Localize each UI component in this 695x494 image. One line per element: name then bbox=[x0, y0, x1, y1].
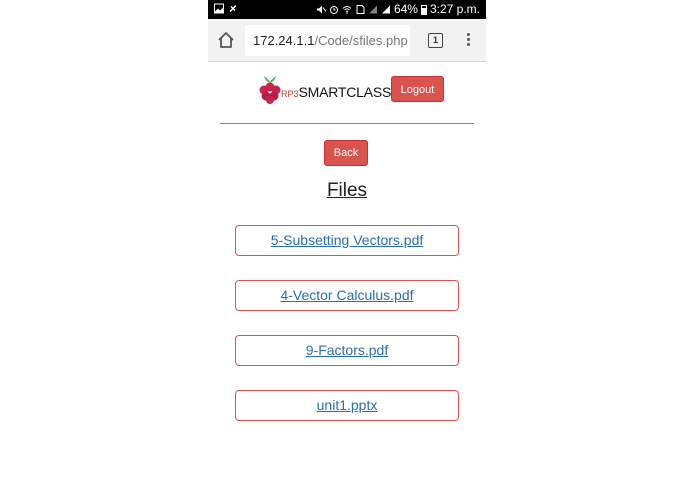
status-icons-right: 64% 3:27 p.m. bbox=[316, 2, 480, 17]
brand-prefix: RP3 bbox=[281, 89, 299, 99]
phone-screen: 64% 3:27 p.m. 172.24.1.1/Code/sfiles.php… bbox=[208, 0, 486, 494]
file-list: 5-Subsetting Vectors.pdf 4-Vector Calcul… bbox=[235, 225, 459, 445]
satellite-icon bbox=[229, 4, 237, 13]
mute-icon bbox=[316, 5, 326, 14]
address-bar[interactable]: 172.24.1.1/Code/sfiles.php bbox=[245, 25, 410, 56]
status-bar: 64% 3:27 p.m. bbox=[208, 0, 486, 19]
overflow-menu-icon[interactable] bbox=[463, 31, 473, 49]
battery-icon bbox=[420, 4, 427, 15]
file-link[interactable]: 9-Factors.pdf bbox=[235, 335, 459, 366]
file-link[interactable]: unit1.pptx bbox=[235, 390, 459, 421]
image-notification-icon bbox=[214, 3, 224, 14]
wifi-icon bbox=[342, 6, 352, 14]
brand-name: SMARTCLASS bbox=[298, 84, 392, 100]
status-icons-left bbox=[214, 3, 238, 14]
signal-strength-icon bbox=[381, 5, 390, 14]
file-link[interactable]: 5-Subsetting Vectors.pdf bbox=[235, 225, 459, 256]
tab-switcher-button[interactable]: 1 bbox=[428, 33, 443, 48]
page-title: Files bbox=[326, 180, 368, 201]
file-link[interactable]: 4-Vector Calculus.pdf bbox=[235, 280, 459, 311]
sim-icon bbox=[356, 5, 365, 14]
back-button[interactable]: Back bbox=[324, 140, 368, 166]
url-path: /Code/sfiles.php bbox=[314, 33, 408, 48]
battery-percent: 64% bbox=[393, 2, 418, 16]
alarm-icon bbox=[329, 6, 338, 14]
home-icon[interactable] bbox=[217, 31, 235, 49]
signal-icon bbox=[368, 5, 377, 14]
site-brand: RP3SMARTCLASS bbox=[281, 84, 391, 102]
header-divider bbox=[220, 123, 474, 124]
site-header: RP3SMARTCLASS Logout bbox=[208, 62, 486, 124]
url-host: 172.24.1.1 bbox=[253, 33, 315, 48]
browser-toolbar: 172.24.1.1/Code/sfiles.php 1 bbox=[208, 19, 486, 62]
clock: 3:27 p.m. bbox=[429, 2, 480, 16]
logout-button[interactable]: Logout bbox=[391, 76, 444, 102]
